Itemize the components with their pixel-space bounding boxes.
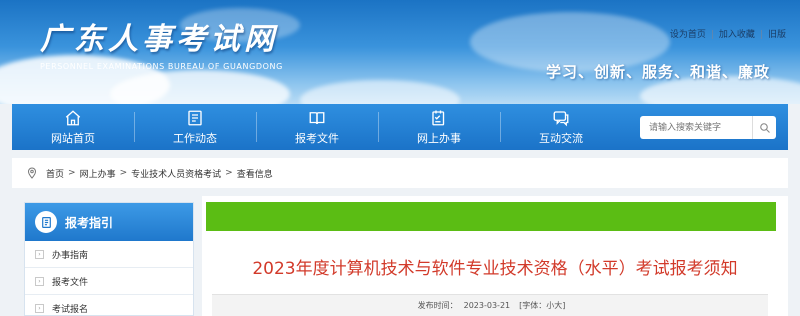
book-icon <box>309 111 325 124</box>
article-title: 2023年度计算机技术与软件专业技术资格（水平）考试报考须知 <box>252 259 738 279</box>
publish-date: 2023-03-21 <box>463 301 511 310</box>
set-homepage-link[interactable]: 设为首页 <box>670 30 706 40</box>
news-icon <box>188 110 202 125</box>
sidebar-item-label: 报考文件 <box>52 277 89 288</box>
chat-icon <box>553 110 569 126</box>
sidebar-item-guide[interactable]: › 办事指南 <box>25 241 193 268</box>
sidebar-item-registration[interactable]: › 考试报名 <box>25 295 193 316</box>
nav-item-exam-docs[interactable]: 报考文件 <box>256 104 378 150</box>
location-pin-icon <box>27 167 37 179</box>
add-favorite-link[interactable]: 加入收藏 <box>719 30 755 40</box>
breadcrumb-professional-exam[interactable]: 专业技术人员资格考试 <box>131 167 221 180</box>
nav-item-interaction[interactable]: 互动交流 <box>500 104 622 150</box>
chevron-right-icon: › <box>35 249 44 259</box>
breadcrumb-home[interactable]: 首页 <box>46 167 64 180</box>
sidebar-item-label: 考试报名 <box>52 304 89 315</box>
sidebar-header: 报考指引 <box>25 203 193 241</box>
main-nav: 网站首页 工作动态 报考文件 网上办事 互动交流 <box>12 104 788 150</box>
guide-book-icon <box>35 211 57 233</box>
nav-item-work-news[interactable]: 工作动态 <box>134 104 256 150</box>
sidebar-title: 报考指引 <box>65 215 114 230</box>
article-panel: 2023年度计算机技术与软件专业技术资格（水平）考试报考须知 发布时间： 2023… <box>202 196 788 316</box>
site-header: 广东人事考试网 PERSONNEL EXAMINATIONS BUREAU OF… <box>0 0 800 104</box>
green-banner <box>206 202 776 231</box>
search-button[interactable] <box>752 116 776 139</box>
checklist-icon <box>432 110 445 125</box>
site-logo-title: 广东人事考试网 <box>40 22 278 57</box>
sidebar-item-label: 办事指南 <box>52 250 89 261</box>
nav-item-home[interactable]: 网站首页 <box>12 104 134 150</box>
top-links: 设为首页 | 加入收藏 | 旧版 <box>669 30 786 40</box>
breadcrumb-online-services[interactable]: 网上办事 <box>80 167 116 180</box>
nav-label: 互动交流 <box>539 131 583 145</box>
search-input[interactable] <box>640 116 752 139</box>
slogan: 学习、创新、服务、和谐、廉政 <box>545 63 770 81</box>
font-size-control[interactable]: [字体：小大] <box>519 300 565 316</box>
publish-label: 发布时间： <box>417 301 458 310</box>
search-box <box>640 116 776 139</box>
chevron-right-icon: › <box>35 303 44 313</box>
home-icon <box>65 109 81 125</box>
nav-label: 网上办事 <box>417 131 461 145</box>
nav-label: 报考文件 <box>295 131 339 145</box>
nav-item-online-services[interactable]: 网上办事 <box>378 104 500 150</box>
search-icon <box>759 122 770 133</box>
sidebar-item-exam-docs[interactable]: › 报考文件 <box>25 268 193 295</box>
article-meta: 发布时间： 2023-03-21 [字体：小大] <box>212 294 768 316</box>
breadcrumb-current: 查看信息 <box>236 169 273 180</box>
chevron-right-icon: › <box>35 276 44 286</box>
nav-label: 网站首页 <box>51 131 95 145</box>
old-version-link[interactable]: 旧版 <box>768 30 786 40</box>
sidebar: 报考指引 › 办事指南 › 报考文件 › 考试报名 <box>24 202 194 316</box>
nav-label: 工作动态 <box>173 131 217 145</box>
breadcrumb: 首页 > 网上办事 > 专业技术人员资格考试 > 查看信息 <box>12 158 788 188</box>
site-logo-subtitle: PERSONNEL EXAMINATIONS BUREAU OF GUANGDO… <box>40 62 283 71</box>
